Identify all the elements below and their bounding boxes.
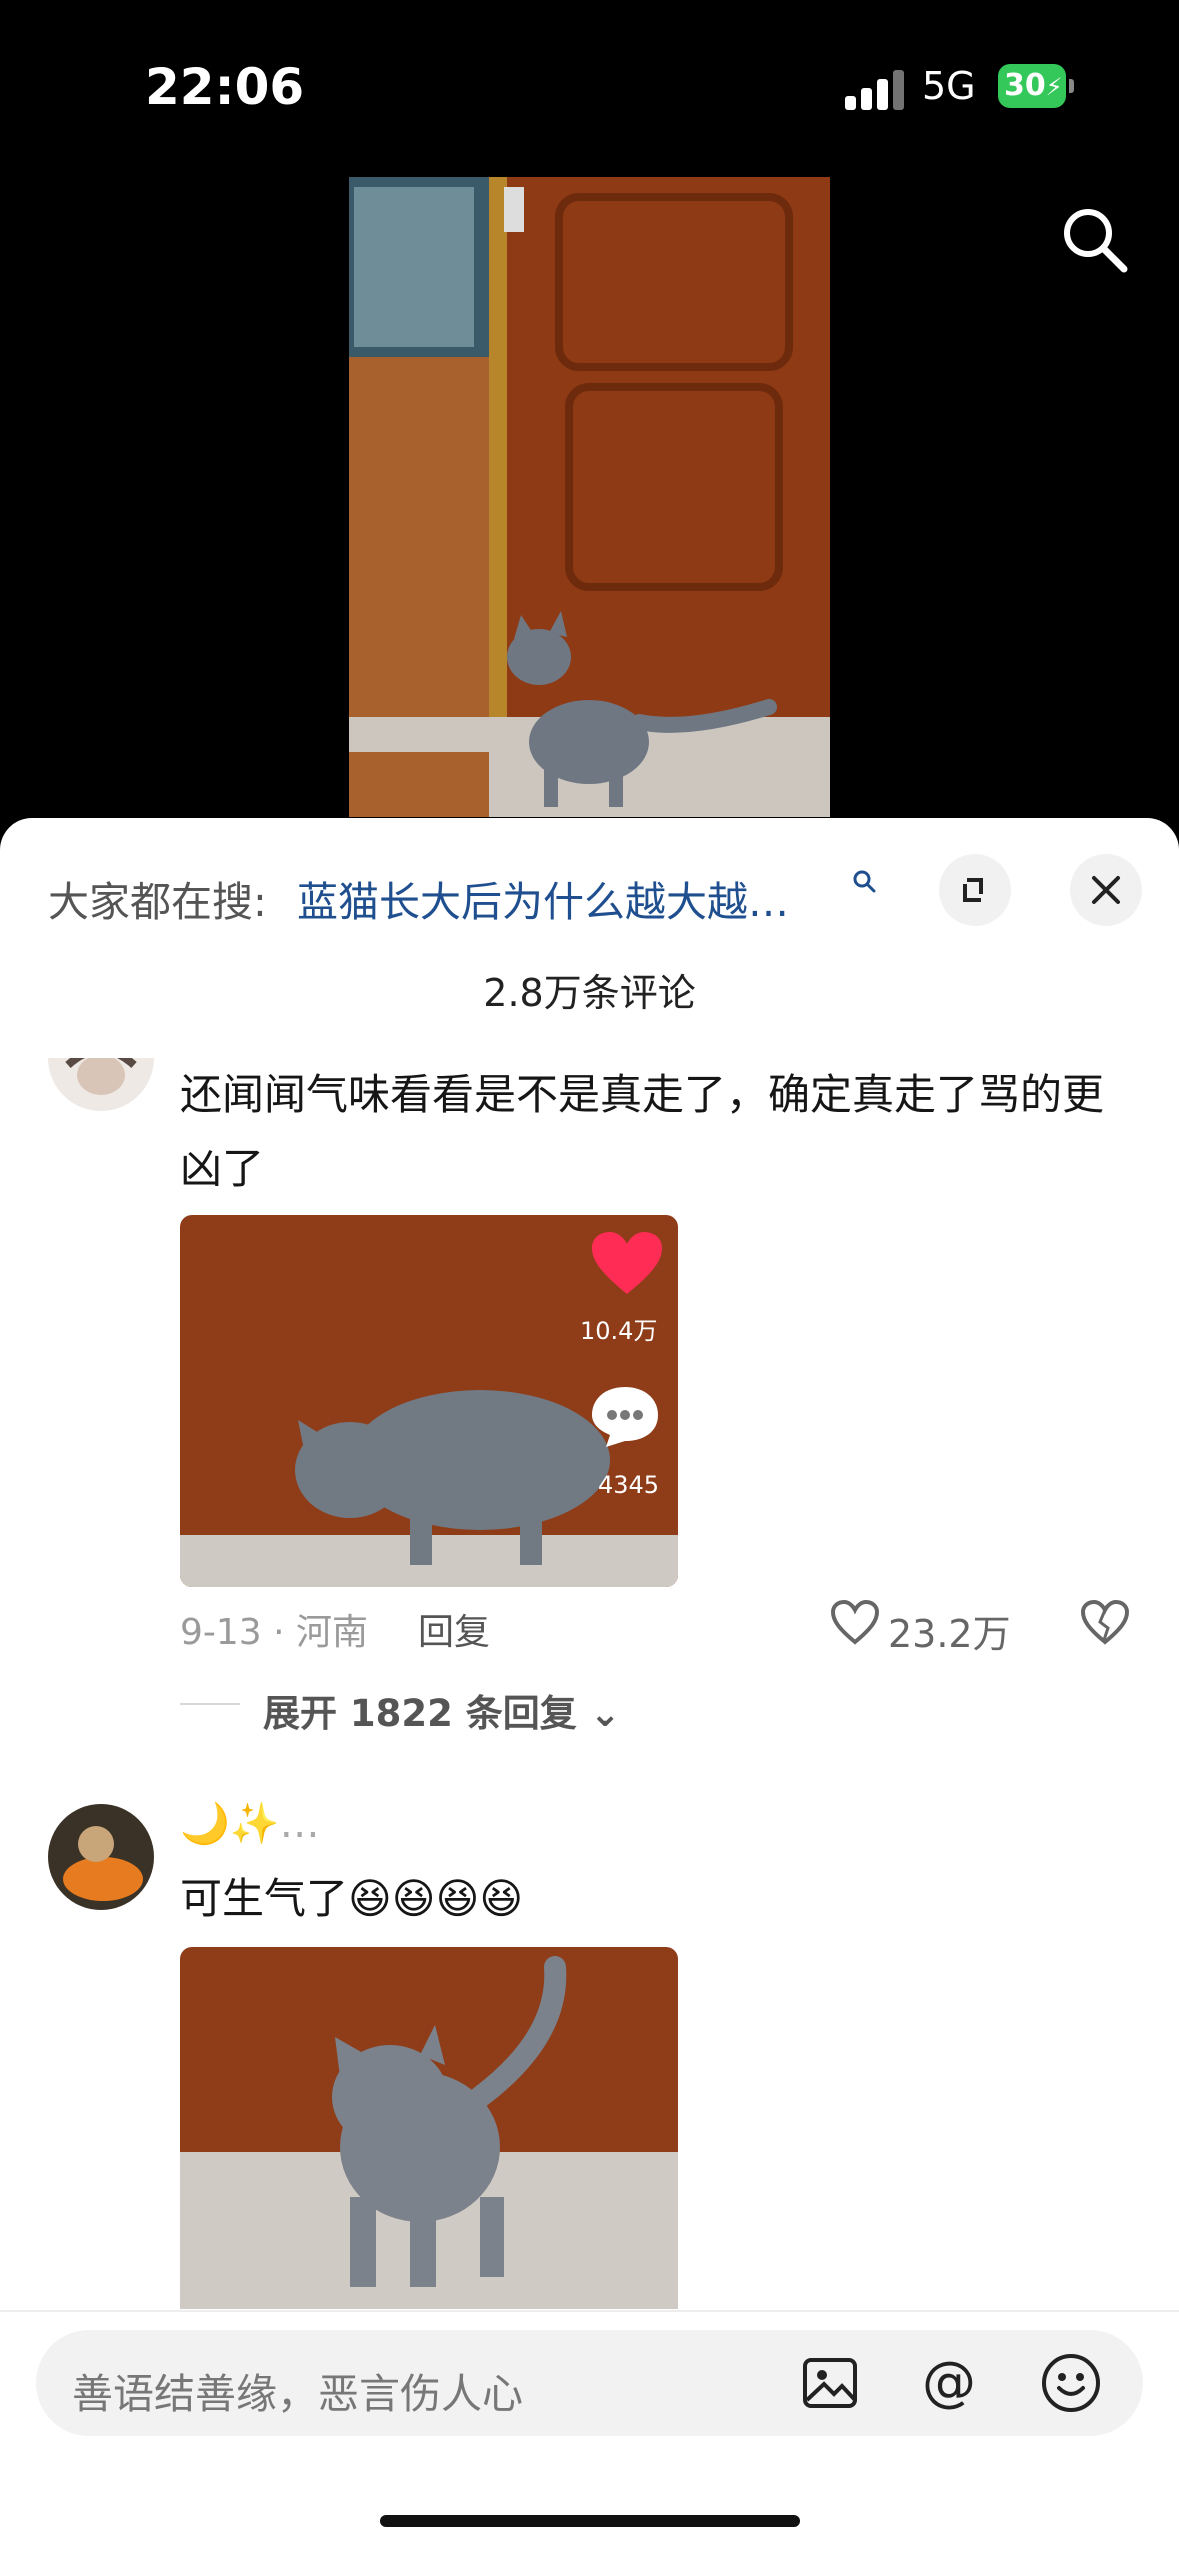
image-picker-icon[interactable] — [800, 2352, 862, 2414]
hot-search-link[interactable]: 蓝猫长大后为什么越大越… — [297, 868, 789, 928]
comment-date-location: 9-13 · 河南 — [180, 1612, 369, 1653]
battery-level: 30 — [1004, 68, 1046, 103]
signal-icon — [845, 70, 907, 110]
like-count: 23.2万 — [888, 1612, 1011, 1656]
overlay-comment-count: 4345 — [598, 1471, 660, 1499]
battery-cap — [1069, 79, 1074, 93]
comment-image[interactable] — [180, 1947, 678, 2309]
dislike-icon[interactable] — [1080, 1600, 1130, 1646]
expand-icon — [963, 878, 983, 902]
expand-button[interactable] — [939, 854, 1011, 926]
comment-text: 还闻闻气味看看是不是真走了，确定真走了骂的更凶了 — [180, 1070, 1105, 1193]
comment-count: 2.8万条评论 — [483, 971, 696, 1015]
video-player[interactable] — [349, 177, 830, 817]
video-frame — [349, 177, 830, 817]
expand-replies-button[interactable]: 展开 1822 条回复 ⌄ — [263, 1683, 621, 1737]
status-time: 22:06 — [145, 58, 305, 116]
search-icon[interactable] — [1060, 205, 1130, 275]
emoji-icon[interactable] — [1040, 2352, 1102, 2414]
avatar[interactable] — [48, 1804, 154, 1910]
overlay-like-count: 10.4万 — [580, 1317, 658, 1345]
chevron-down-icon: ⌄ — [589, 1692, 621, 1735]
battery-icon: 30⚡ — [998, 64, 1066, 108]
like-heart-icon[interactable] — [830, 1600, 880, 1646]
avatar-image — [48, 1804, 154, 1910]
comment-text: 可生气了😆😆😆😆 — [180, 1874, 524, 1923]
network-type: 5G — [922, 64, 976, 108]
svg-text:@: @ — [922, 2352, 976, 2413]
home-indicator[interactable] — [380, 2515, 800, 2527]
search-small-icon[interactable] — [851, 868, 879, 896]
heart-icon — [592, 1232, 662, 1294]
comment-image[interactable]: 10.4万 4345 — [180, 1215, 678, 1587]
comment-bubble-icon — [592, 1387, 658, 1447]
nickname[interactable]: 🌙✨… — [180, 1800, 320, 1847]
close-icon — [1092, 876, 1120, 904]
close-button[interactable] — [1070, 854, 1142, 926]
cat-video-thumbnail — [180, 1947, 678, 2309]
hot-search-prefix: 大家都在搜: — [48, 878, 267, 926]
divider-line — [180, 1703, 240, 1705]
mention-icon[interactable]: @ — [918, 2352, 980, 2414]
reply-button[interactable]: 回复 — [418, 1603, 490, 1655]
expand-replies-label: 展开 1822 条回复 — [263, 1692, 577, 1735]
comment-input-placeholder: 善语结善缘，恶言伤人心 — [72, 2370, 523, 2418]
